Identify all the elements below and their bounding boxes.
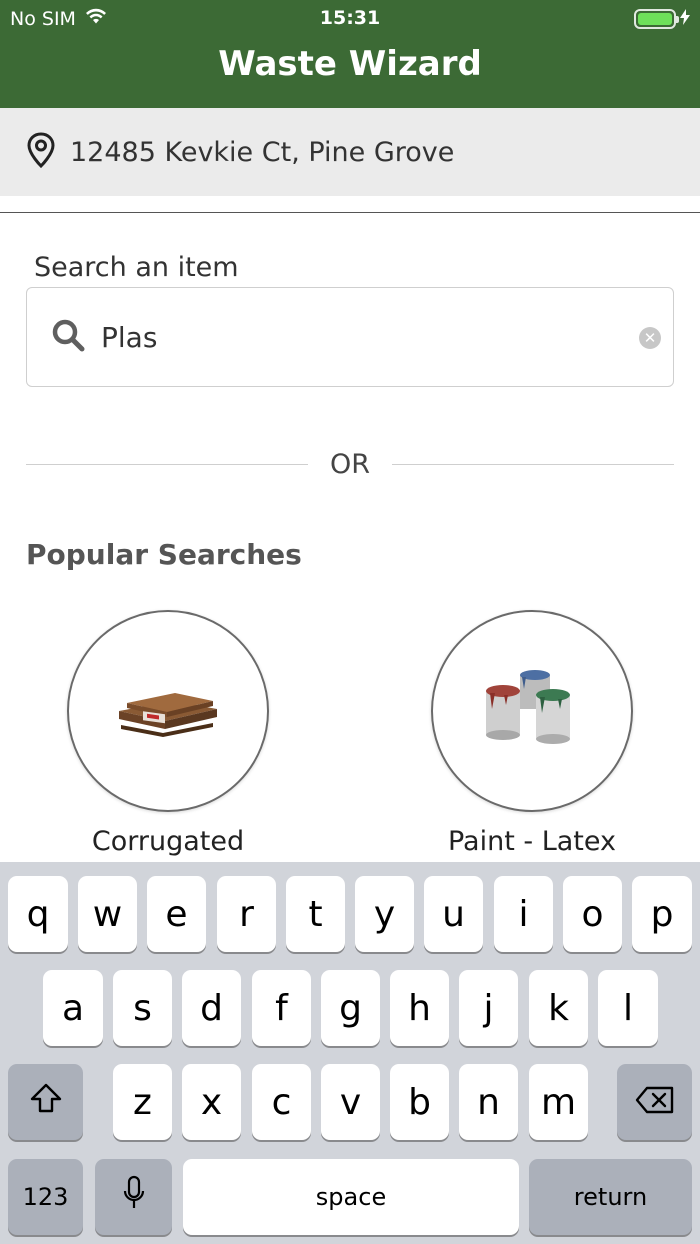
key-g[interactable]: g [321, 970, 380, 1046]
key-f[interactable]: f [252, 970, 311, 1046]
key-u[interactable]: u [424, 876, 483, 952]
status-bar: No SIM 15:31 [0, 0, 700, 36]
separator-line-right [392, 463, 675, 465]
or-text: OR [330, 448, 371, 480]
search-icon [51, 318, 85, 356]
key-m[interactable]: m [529, 1064, 588, 1140]
popular-searches-title: Popular Searches [26, 538, 302, 571]
or-separator: OR [26, 446, 675, 482]
key-q[interactable]: q [8, 876, 68, 952]
battery-icon [634, 9, 679, 29]
shift-key[interactable] [8, 1064, 83, 1140]
close-icon: ✕ [643, 328, 657, 347]
return-key[interactable]: return [529, 1159, 692, 1235]
space-key[interactable]: space [183, 1159, 519, 1235]
popular-item-paint-latex[interactable]: Paint - Latex [430, 610, 634, 857]
search-input[interactable] [101, 320, 621, 354]
key-h[interactable]: h [390, 970, 449, 1046]
paint-cans-icon [482, 669, 582, 753]
key-a[interactable]: a [43, 970, 103, 1046]
search-box[interactable]: ✕ [26, 287, 674, 387]
keyboard: q w e r t y u i o p a s d f g h j k l z … [0, 862, 700, 1244]
search-label: Search an item [34, 252, 239, 283]
app-header: No SIM 15:31 Waste Wizard [0, 0, 700, 108]
key-v[interactable]: v [321, 1064, 380, 1140]
key-n[interactable]: n [459, 1064, 518, 1140]
key-k[interactable]: k [529, 970, 588, 1046]
popular-item-image[interactable] [67, 610, 269, 812]
key-d[interactable]: d [182, 970, 241, 1046]
location-pin-icon [26, 132, 56, 172]
key-i[interactable]: i [494, 876, 553, 952]
popular-item-image[interactable] [431, 610, 633, 812]
popular-item-label: Corrugated [91, 826, 245, 857]
key-t[interactable]: t [286, 876, 345, 952]
numbers-key[interactable]: 123 [8, 1159, 83, 1235]
backspace-icon [635, 1082, 675, 1123]
key-j[interactable]: j [459, 970, 518, 1046]
key-e[interactable]: e [147, 876, 206, 952]
dictation-key[interactable] [95, 1159, 172, 1235]
key-x[interactable]: x [182, 1064, 241, 1140]
app-title: Waste Wizard [218, 44, 482, 84]
separator-line-left [26, 463, 308, 465]
address-bar[interactable]: 12485 Kevkie Ct, Pine Grove [0, 108, 700, 196]
key-p[interactable]: p [632, 876, 692, 952]
popular-item-corrugated[interactable]: Corrugated [66, 610, 270, 857]
key-o[interactable]: o [563, 876, 622, 952]
clear-search-button[interactable]: ✕ [639, 327, 661, 349]
charging-icon [680, 8, 690, 30]
key-s[interactable]: s [113, 970, 172, 1046]
key-w[interactable]: w [78, 876, 137, 952]
shift-icon [29, 1082, 63, 1123]
key-y[interactable]: y [355, 876, 414, 952]
microphone-icon [122, 1175, 146, 1220]
key-r[interactable]: r [217, 876, 276, 952]
status-time: 15:31 [319, 7, 381, 29]
key-b[interactable]: b [390, 1064, 449, 1140]
key-c[interactable]: c [252, 1064, 311, 1140]
cardboard-stack-icon [113, 681, 223, 741]
battery-indicator [634, 8, 690, 30]
divider [0, 212, 700, 213]
popular-item-label: Paint - Latex [447, 826, 616, 857]
address-text: 12485 Kevkie Ct, Pine Grove [70, 136, 455, 168]
key-l[interactable]: l [598, 970, 658, 1046]
key-z[interactable]: z [113, 1064, 172, 1140]
backspace-key[interactable] [617, 1064, 692, 1140]
